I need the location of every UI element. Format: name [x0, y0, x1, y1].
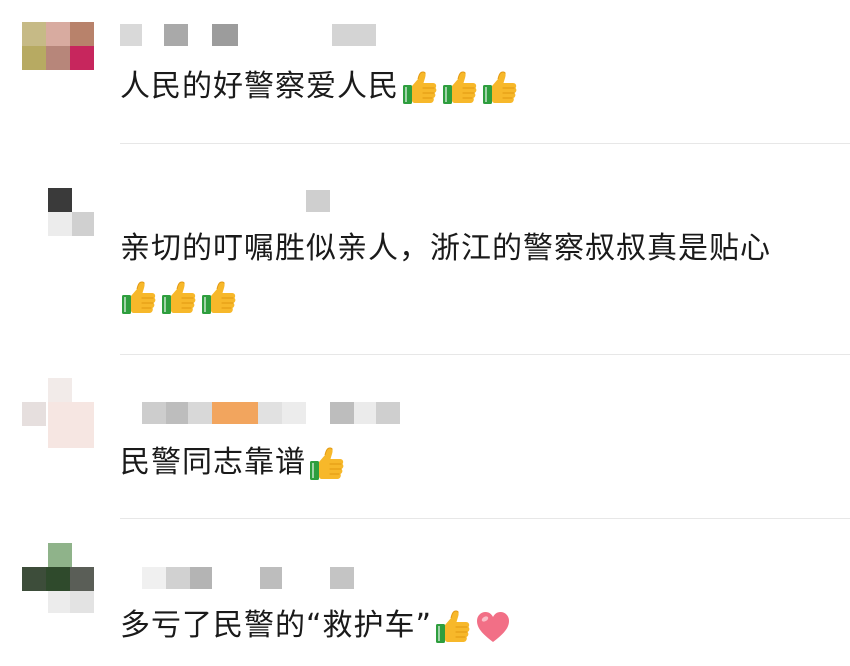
divider [120, 354, 850, 355]
avatar[interactable] [22, 188, 94, 236]
thumbs-up-icon [401, 69, 439, 107]
divider [120, 518, 850, 519]
comment-text: 人民的好警察爱人民 [120, 68, 519, 107]
comment-text: 民警同志靠谱 [120, 444, 346, 483]
thumbs-up-icon [434, 608, 472, 646]
thumbs-up-icon [120, 279, 158, 317]
comment-emoji-line [120, 278, 238, 317]
thumbs-up-icon [308, 445, 346, 483]
thumbs-up-icon [160, 279, 198, 317]
avatar[interactable] [22, 22, 94, 70]
divider [120, 143, 850, 144]
thumbs-up-icon [441, 69, 479, 107]
avatar[interactable] [22, 543, 94, 613]
thumbs-up-icon [481, 69, 519, 107]
comment-text: 多亏了民警的“救护车” [120, 607, 512, 646]
thumbs-up-icon [200, 279, 238, 317]
red-heart-icon [474, 608, 512, 646]
comment-text: 亲切的叮嘱胜似亲人，浙江的警察叔叔真是贴心 [120, 231, 771, 266]
avatar[interactable] [22, 378, 94, 450]
